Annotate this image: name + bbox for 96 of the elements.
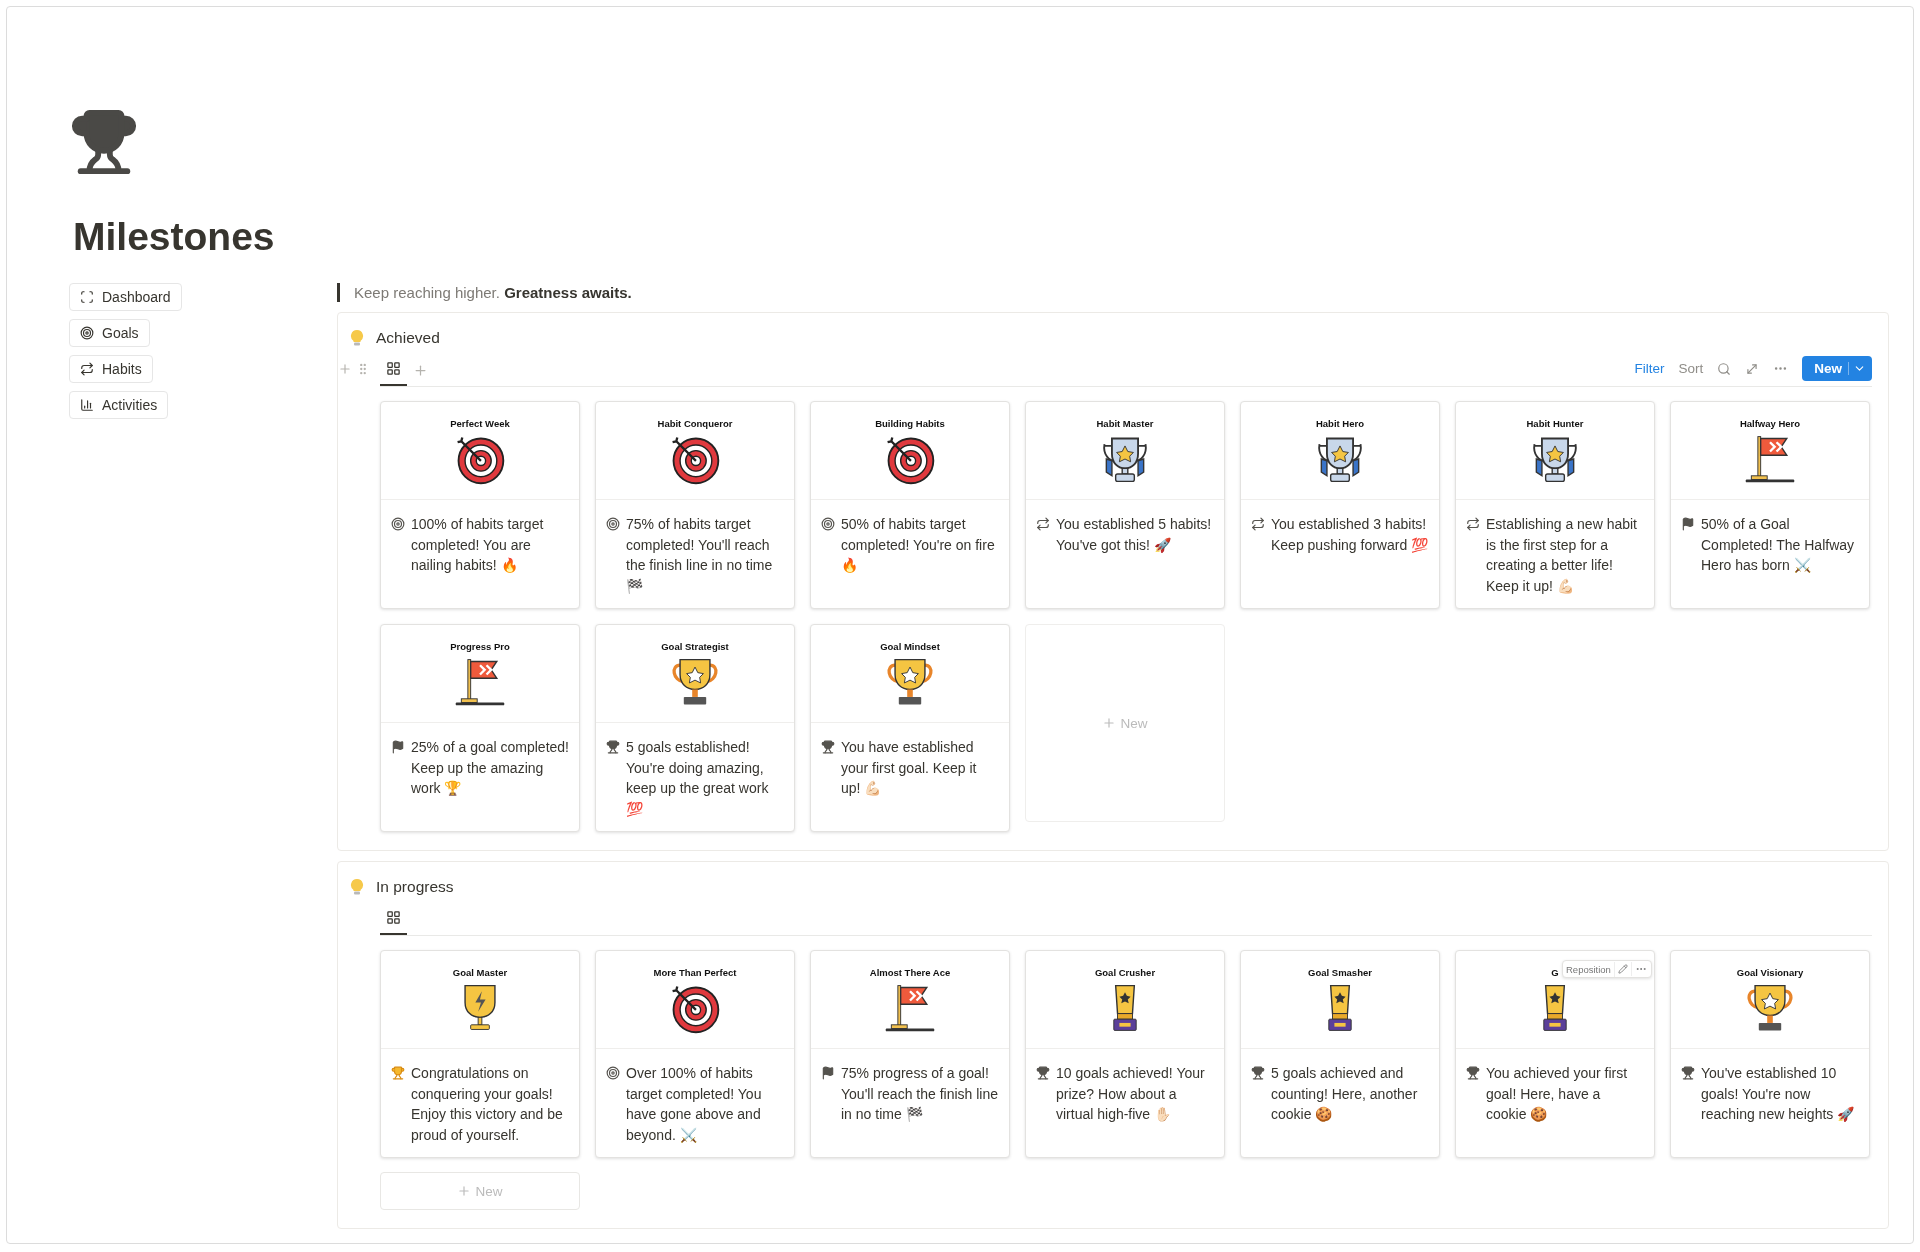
grid-icon bbox=[386, 910, 401, 925]
card-text: You established 3 habits! Keep pushing forward 💯 bbox=[1271, 515, 1429, 555]
gallery-card[interactable]: Goal Visionary You've established 10 goals! You're now reaching new heights 🚀 bbox=[1670, 950, 1870, 1158]
card-text: 5 goals established! You're doing amazing, keep up the great work 💯 bbox=[626, 738, 770, 819]
cover-title: Goal Crusher bbox=[1094, 967, 1156, 978]
section-title: Achieved bbox=[376, 329, 440, 347]
card-text: You achieved your first goal! Here, have a cookie 🍪 bbox=[1486, 1064, 1629, 1124]
filter-button[interactable]: Filter bbox=[1634, 361, 1665, 376]
target-icon bbox=[606, 517, 620, 531]
card-text: 50% of habits target completed! You're on fire 🔥 bbox=[841, 515, 996, 575]
new-button[interactable]: New bbox=[1802, 356, 1872, 381]
plus-icon bbox=[1102, 716, 1117, 730]
gallery-card[interactable]: Goal Crusher 10 goals achieved! Your prize? How about a virtual high-five ✋🏻 bbox=[1025, 950, 1225, 1158]
lightbulb-icon bbox=[350, 878, 364, 896]
cover-title: Habit Hunter bbox=[1526, 418, 1584, 429]
trophy-icon bbox=[606, 740, 620, 754]
caret-icon[interactable] bbox=[1848, 362, 1866, 375]
gallery-card[interactable]: Goal Master Congratulations on conquering your goals! Enjoy this victory and be proud of yourself. bbox=[380, 950, 580, 1158]
card-text: 100% of habits target completed! You are nailing habits! 🔥 bbox=[411, 515, 545, 575]
cover-title: More Than Perfect bbox=[653, 967, 737, 978]
cover-title: Goal Visionary bbox=[1736, 967, 1804, 978]
reposition-button[interactable]: Reposition bbox=[1563, 961, 1615, 977]
card-text: 50% of a Goal Completed! The Halfway Hero has born ⚔ bbox=[1701, 515, 1856, 575]
gallery-card[interactable]: Goal Smasher 5 goals achieved and counting! Here, another cookie 🍪 bbox=[1240, 950, 1440, 1158]
gallery-card[interactable]: Habit Master You established 5 habits! You've got this! 🚀 bbox=[1025, 401, 1225, 609]
cover-title: Habit Master bbox=[1096, 418, 1154, 429]
repeat-icon bbox=[1036, 517, 1050, 531]
gallery-card[interactable]: G Reposition You achieved your first goal! Here, have a cookie 🍪 bbox=[1455, 950, 1655, 1158]
gallery-card[interactable]: More Than Perfect Over 100% of habits target completed! You have gone above and beyond. ⚔ bbox=[595, 950, 795, 1158]
bar-chart-icon bbox=[80, 398, 94, 412]
cover-title: Almost There Ace bbox=[869, 967, 951, 978]
lightbulb-icon bbox=[350, 329, 364, 347]
page-title: Milestones bbox=[73, 215, 276, 259]
card-text: You've established 10 goals! You're now reaching new heights 🚀 bbox=[1701, 1064, 1856, 1124]
trophy-icon bbox=[1466, 1066, 1480, 1080]
page-link[interactable]: Goals bbox=[69, 319, 150, 347]
trophy-icon bbox=[1036, 1066, 1050, 1080]
gallery-card[interactable]: Progress Pro 25% of a goal completed! Keep up the amazing work 🏆 bbox=[380, 624, 580, 832]
card-text: You have established your first goal. Keep it up! 💪🏻 bbox=[841, 738, 978, 798]
cover-title: Goal Strategist bbox=[661, 641, 729, 652]
page-link[interactable]: Activities bbox=[69, 391, 169, 419]
expand-icon[interactable] bbox=[1745, 361, 1760, 376]
target-icon bbox=[821, 517, 835, 531]
cover-title: Halfway Hero bbox=[1739, 418, 1801, 429]
cover-title: Perfect Week bbox=[450, 418, 510, 429]
plus-icon bbox=[457, 1184, 472, 1198]
section-title: In progress bbox=[376, 878, 454, 896]
repeat-icon bbox=[1251, 517, 1265, 531]
cover-title: Building Habits bbox=[875, 418, 945, 429]
cover-title: Goal Smasher bbox=[1308, 967, 1372, 978]
trophy-icon bbox=[821, 740, 835, 754]
gallery-card[interactable]: Perfect Week 100% of habits target completed! You are nailing habits! 🔥 bbox=[380, 401, 580, 609]
gallery-card[interactable]: Building Habits 50% of habits target completed! You're on fire 🔥 bbox=[810, 401, 1010, 609]
repeat-icon bbox=[1466, 517, 1480, 531]
card-text: 25% of a goal completed! Keep up the amazing work 🏆 bbox=[411, 738, 569, 798]
page-link[interactable]: Habits bbox=[69, 355, 153, 383]
cover-title: G bbox=[1551, 967, 1559, 978]
card-text: 75% progress of a goal! You'll reach the finish line in no time 🏁 bbox=[841, 1064, 999, 1124]
page-link[interactable]: Dashboard bbox=[69, 283, 182, 311]
page-trophy-icon bbox=[69, 107, 139, 177]
cover-title: Habit Conqueror bbox=[657, 418, 733, 429]
search-icon[interactable] bbox=[1717, 361, 1732, 376]
dashboard-icon bbox=[80, 290, 94, 304]
trophy-icon bbox=[1251, 1066, 1265, 1080]
gallery-card[interactable]: Almost There Ace 75% progress of a goal! You'll reach the finish line in no time 🏁 bbox=[810, 950, 1010, 1158]
flag-icon bbox=[821, 1066, 835, 1080]
gallery-card[interactable]: Habit Hunter Establishing a new habit is the first step for a creating a better life! Keep it up! 💪🏻 bbox=[1455, 401, 1655, 609]
card-text: 5 goals achieved and counting! Here, another cookie 🍪 bbox=[1271, 1064, 1419, 1124]
card-text: You established 5 habits! You've got this! 🚀 bbox=[1056, 515, 1213, 555]
flag-icon bbox=[391, 740, 405, 754]
gallery-card[interactable]: Goal Mindset You have established your first goal. Keep it up! 💪🏻 bbox=[810, 624, 1010, 832]
gallery-card[interactable]: Halfway Hero 50% of a Goal Completed! The Halfway Hero has born ⚔ bbox=[1670, 401, 1870, 609]
target-icon bbox=[80, 326, 94, 340]
repeat-icon bbox=[80, 362, 94, 376]
pencil-icon bbox=[1617, 964, 1628, 974]
gallery-card[interactable]: Habit Conqueror 75% of habits target completed! You'll reach the finish line in no time 🏁 bbox=[595, 401, 795, 609]
cover-title: Goal Mindset bbox=[880, 641, 940, 652]
gallery-card[interactable]: Goal Strategist 5 goals established! You're doing amazing, keep up the great work 💯 bbox=[595, 624, 795, 832]
card-text: Establishing a new habit is the first step for a creating a better life! Keep it up! 💪🏻 bbox=[1486, 515, 1638, 596]
gallery-card[interactable]: Habit Hero You established 3 habits! Keep pushing forward 💯 bbox=[1240, 401, 1440, 609]
card-text: 10 goals achieved! Your prize? How about a virtual high-five ✋🏻 bbox=[1056, 1064, 1206, 1124]
trophy-icon bbox=[1681, 1066, 1695, 1080]
cover-title: Goal Master bbox=[452, 967, 508, 978]
flag-icon bbox=[1681, 517, 1695, 531]
add-view-icon[interactable] bbox=[413, 363, 428, 378]
card-text: 75% of habits target completed! You'll reach the finish line in no time 🏁 bbox=[626, 515, 774, 596]
cover-title: Progress Pro bbox=[450, 641, 510, 652]
target-icon bbox=[606, 1066, 620, 1080]
target-icon bbox=[391, 517, 405, 531]
quote-text: Keep reaching higher. Greatness awaits. bbox=[337, 283, 1889, 302]
card-text: Over 100% of habits target completed! You have gone above and beyond. ⚔ bbox=[626, 1064, 763, 1145]
cover-title: Habit Hero bbox=[1315, 418, 1364, 429]
add-block-icon[interactable] bbox=[338, 362, 352, 376]
card-text: Congratulations on conquering your goals! Enjoy this victory and be proud of yourself. bbox=[411, 1064, 564, 1145]
grid-icon bbox=[386, 361, 401, 376]
trophy-icon bbox=[391, 1066, 405, 1080]
